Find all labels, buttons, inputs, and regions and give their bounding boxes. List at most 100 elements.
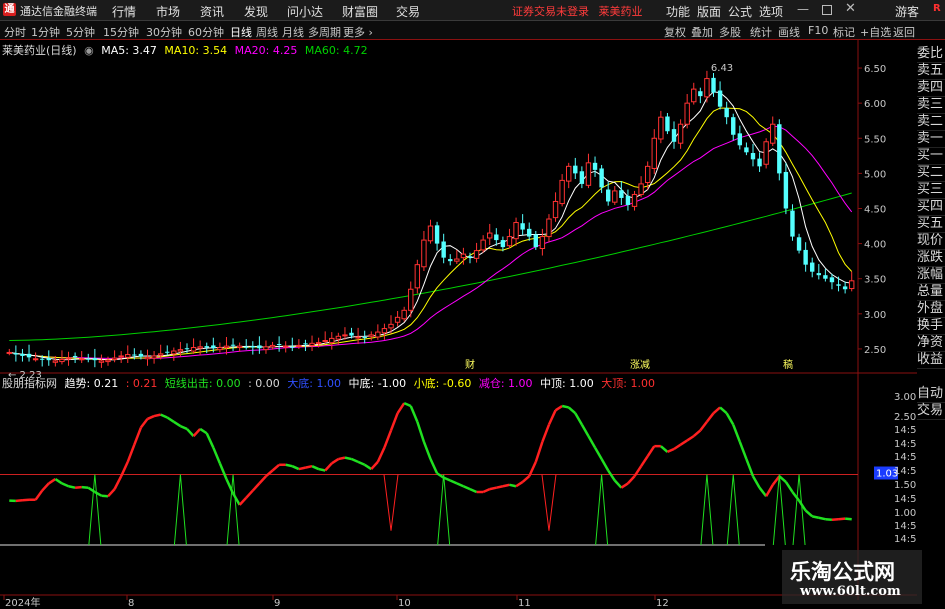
side-tab-6[interactable]: 买一 (917, 147, 945, 165)
indicator-segment (580, 424, 590, 437)
side-tab-14[interactable]: 总量 (917, 283, 945, 301)
tool-stats[interactable]: 统计 (750, 24, 772, 40)
tool-multi-stock[interactable]: 多股 (719, 24, 741, 40)
indicator-segment (396, 402, 406, 414)
menu-item-quotes[interactable]: 行情 (112, 3, 136, 20)
side-tab-9[interactable]: 买四 (917, 198, 945, 216)
period-1min[interactable]: 1分钟 (31, 24, 60, 40)
side-tab-13[interactable]: 涨幅 (917, 266, 945, 284)
signal-triangle (700, 474, 714, 546)
candle-body (651, 137, 657, 169)
period-5min[interactable]: 5分钟 (66, 24, 95, 40)
menu-item-formula[interactable]: 公式 (728, 3, 752, 20)
guest-user-label[interactable]: 游客 (895, 3, 919, 20)
period-60min[interactable]: 60分钟 (188, 24, 224, 40)
menu-item-layout[interactable]: 版面 (697, 3, 721, 20)
candle-body (32, 358, 39, 361)
side-tab-10[interactable]: 买五 (917, 215, 945, 233)
menu-item-market[interactable]: 市场 (156, 3, 180, 20)
tool-back[interactable]: 返回 (893, 24, 915, 40)
tool-f10[interactable]: F10 (808, 24, 828, 37)
x-tick-label: 8 (128, 598, 134, 609)
tool-mark[interactable]: 标记 (833, 24, 855, 40)
indicator-segment (804, 509, 814, 518)
candle-body (704, 78, 710, 98)
side-tab-15[interactable]: 外盘 (917, 300, 945, 318)
indicator-tick-label: 14:56 (894, 521, 917, 532)
side-tab-11[interactable]: 现价 (917, 232, 945, 250)
side-tab-18[interactable]: 收益 (917, 351, 945, 369)
period-multi[interactable]: 多周期 (308, 24, 341, 40)
x-tick-label: 11 (518, 598, 531, 609)
candle-body (467, 256, 473, 258)
side-tab-8[interactable]: 买三 (917, 181, 945, 199)
side-tab-0[interactable]: 委比 (917, 45, 945, 63)
side-tab2-0[interactable]: 自动 (917, 385, 945, 403)
restore-icon[interactable] (822, 5, 832, 15)
indicator-short-out: 短线出击: 0.00 (164, 377, 241, 390)
indicator-segment (462, 485, 471, 491)
candle-body (770, 123, 776, 144)
side-tab-16[interactable]: 换手 (917, 317, 945, 335)
indicator-segment (547, 409, 557, 426)
candle-body (737, 133, 743, 146)
menu-item-function[interactable]: 功能 (666, 3, 690, 20)
signal-triangle (772, 474, 786, 546)
tool-add-watchlist[interactable]: +自选 (860, 24, 891, 40)
indicator-segment (126, 444, 136, 463)
indicator-segment (147, 414, 155, 421)
period-toolbar (0, 21, 945, 40)
side-tab-2[interactable]: 卖四 (917, 79, 945, 97)
minimize-icon[interactable]: — (797, 2, 809, 16)
indicator-segment (305, 464, 313, 469)
indicator-segment (133, 427, 143, 446)
chart-canvas[interactable]: 6.50 6.00 5.50 5.00 4.50 4.00 3.50 3.00 2.50 6.43… (0, 40, 917, 609)
tool-overlay[interactable]: 叠加 (691, 24, 713, 40)
indicator-segment (22, 498, 30, 502)
indicator-segment (732, 424, 741, 443)
indicator-segment (686, 435, 695, 442)
period-weekly[interactable]: 周线 (256, 24, 278, 40)
tool-draw[interactable]: 画线 (778, 24, 800, 40)
period-monthly[interactable]: 月线 (282, 24, 304, 40)
y-tick-label: 4.50 (864, 204, 886, 215)
x-tick-label: 9 (274, 598, 280, 609)
period-intraday[interactable]: 分时 (4, 24, 26, 40)
period-more[interactable]: 更多 › (343, 24, 373, 40)
side-tab-4[interactable]: 卖二 (917, 113, 945, 131)
side-tab-5[interactable]: 卖一 (917, 130, 945, 148)
broker-login-notice[interactable]: 证券交易未登录 莱美药业 (512, 3, 643, 19)
indicator-segment (383, 429, 393, 449)
settings-icon[interactable]: ◉ (84, 44, 94, 57)
menu-item-wealth-circle[interactable]: 财富圈 (342, 3, 378, 20)
candle-body (315, 342, 322, 345)
side-tab-17[interactable]: 净资 (917, 334, 945, 352)
menu-item-ask-xiaoda[interactable]: 问小达 (287, 3, 323, 20)
menu-item-options[interactable]: 选项 (759, 3, 783, 20)
indicator-name[interactable]: 股朋指标网 (2, 377, 57, 390)
candle-body (585, 162, 592, 186)
period-30min[interactable]: 30分钟 (146, 24, 182, 40)
side-tab-1[interactable]: 卖五 (917, 62, 945, 80)
candle-body (355, 336, 361, 339)
menu-item-trade[interactable]: 交易 (396, 3, 420, 20)
side-tab2-1[interactable]: 交易 (917, 402, 945, 420)
side-tab-7[interactable]: 买二 (917, 164, 945, 182)
indicator-segment (344, 456, 352, 461)
menu-item-news[interactable]: 资讯 (200, 3, 224, 20)
tool-adjust[interactable]: 复权 (664, 24, 686, 40)
y-tick-label: 3.50 (864, 275, 886, 286)
indicator-tick-label: 14:56 (894, 534, 917, 545)
candle-body (290, 346, 295, 348)
period-15min[interactable]: 15分钟 (103, 24, 139, 40)
indicator-segment (845, 517, 852, 521)
candle-body (257, 345, 262, 349)
period-daily[interactable]: 日线 (230, 24, 252, 40)
indicator-segment (94, 490, 103, 497)
indicator-segment (502, 483, 510, 488)
menu-item-discover[interactable]: 发现 (244, 3, 268, 20)
side-tab-12[interactable]: 涨跌 (917, 249, 945, 267)
close-icon[interactable]: ✕ (845, 1, 856, 16)
candle-body (197, 346, 203, 349)
side-tab-3[interactable]: 卖三 (917, 96, 945, 114)
